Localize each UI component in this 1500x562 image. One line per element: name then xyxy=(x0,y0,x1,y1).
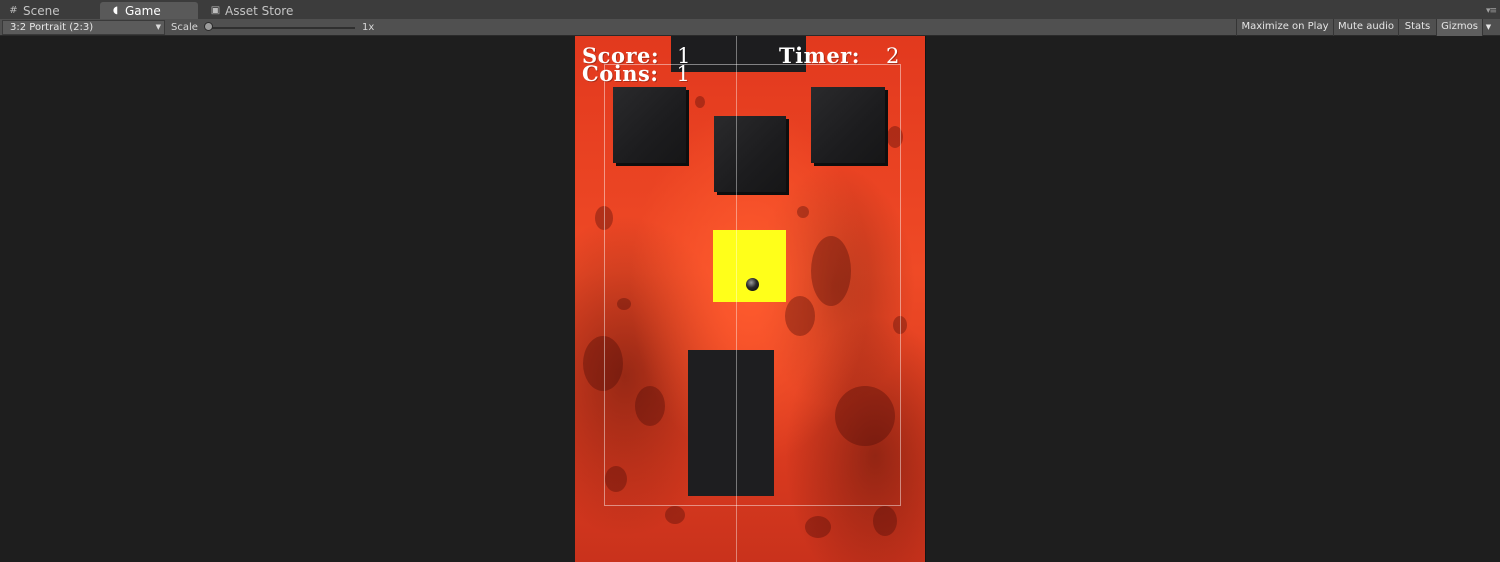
center-guide-line xyxy=(736,36,737,562)
gizmos-dropdown-icon[interactable]: ▼ xyxy=(1482,19,1494,36)
water-drop xyxy=(873,506,897,536)
aspect-ratio-dropdown[interactable]: 3:2 Portrait (2:3) ▼ xyxy=(2,20,165,35)
scale-label: Scale xyxy=(171,22,198,33)
tab-game-label: Game xyxy=(125,3,161,18)
scale-value: 1x xyxy=(362,22,375,33)
gizmos-button[interactable]: Gizmos xyxy=(1436,19,1482,36)
viewport-border xyxy=(925,36,926,562)
game-view-toolbar: 3:2 Portrait (2:3) ▼ Scale 1x Maximize o… xyxy=(0,19,1500,36)
water-drop xyxy=(665,506,685,524)
tab-asset-store[interactable]: ▣ Asset Store xyxy=(202,2,312,19)
timer-label: Timer: xyxy=(779,43,861,68)
scale-slider-track[interactable] xyxy=(206,27,355,29)
tab-game[interactable]: ◖ Game xyxy=(100,2,198,19)
water-drop xyxy=(805,516,831,538)
tab-scene-label: Scene xyxy=(23,3,60,18)
coins-display: Coins: 1 xyxy=(582,61,691,86)
mute-audio-button[interactable]: Mute audio xyxy=(1333,19,1398,36)
game-viewport[interactable]: Score: 1 Coins: 1 Timer: 2 xyxy=(575,36,925,562)
aspect-ratio-value: 3:2 Portrait (2:3) xyxy=(10,22,94,33)
grid-icon: # xyxy=(9,4,18,16)
coins-value: 1 xyxy=(676,62,691,86)
scale-slider-thumb[interactable] xyxy=(204,22,213,31)
tab-asset-store-label: Asset Store xyxy=(225,3,294,18)
editor-tab-bar: # Scene ◖ Game ▣ Asset Store ▾≡ xyxy=(0,0,1500,19)
coins-label: Coins: xyxy=(582,61,659,86)
maximize-on-play-button[interactable]: Maximize on Play xyxy=(1236,19,1333,36)
tab-scene[interactable]: # Scene xyxy=(0,2,96,19)
pane-menu-icon[interactable]: ▾≡ xyxy=(1486,6,1497,16)
stats-button[interactable]: Stats xyxy=(1398,19,1436,36)
dropdown-arrow-icon: ▼ xyxy=(155,23,161,31)
timer-display: Timer: 2 xyxy=(779,43,900,68)
timer-value: 2 xyxy=(886,44,900,68)
store-bag-icon: ▣ xyxy=(210,4,221,16)
safe-area-frame xyxy=(604,64,901,506)
pacman-icon: ◖ xyxy=(112,4,119,16)
